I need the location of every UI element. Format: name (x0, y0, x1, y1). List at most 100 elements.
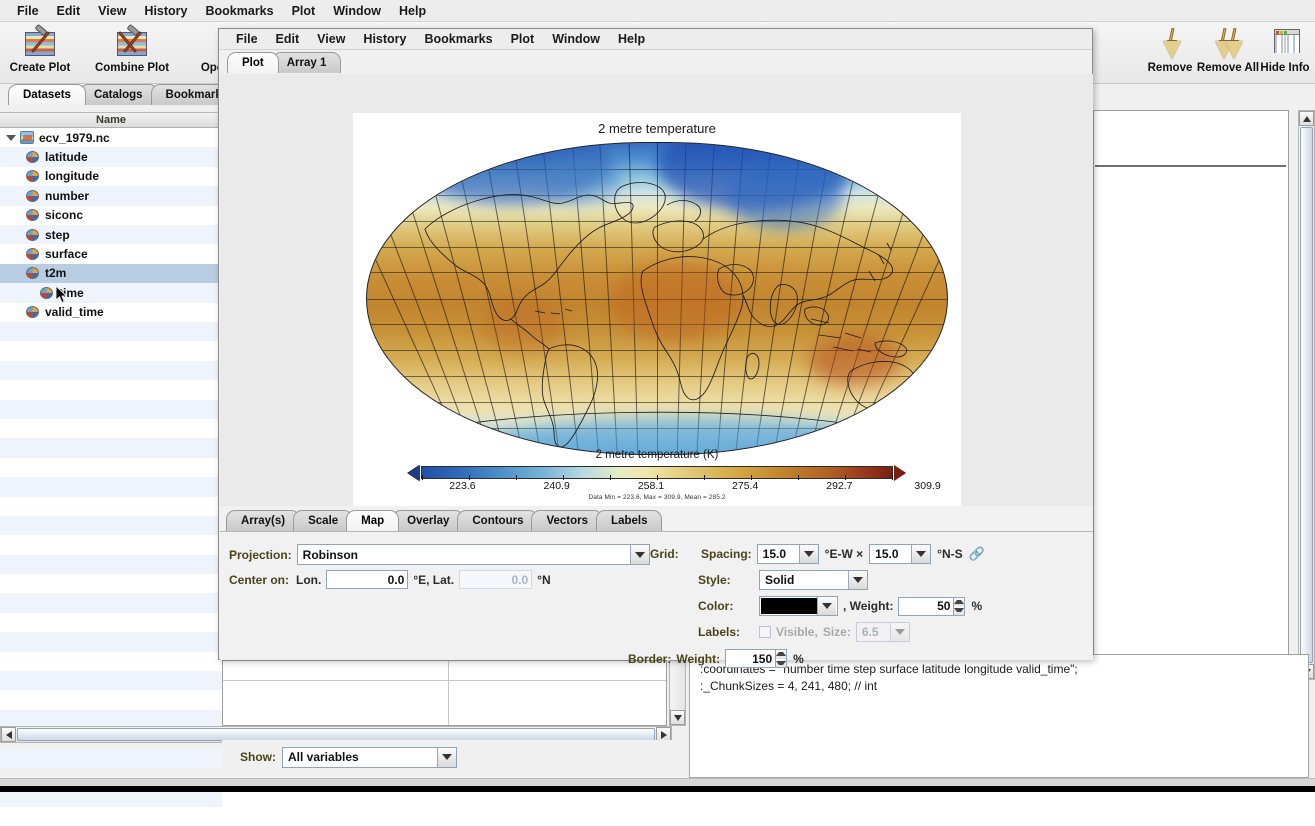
grid-label-size-select[interactable]: 6.5 (855, 622, 910, 642)
menu-history[interactable]: History (135, 2, 196, 20)
grid-style-value: Solid (765, 573, 795, 587)
tree-item-longitude[interactable]: longitude (0, 167, 222, 186)
plot-menu-edit[interactable]: Edit (267, 30, 309, 48)
right-vscrollbar[interactable] (1298, 110, 1315, 680)
scroll-thumb[interactable] (1300, 127, 1313, 663)
stepper-up-icon[interactable] (776, 650, 787, 659)
tree-item-latitude[interactable]: latitude (0, 147, 222, 167)
variable-icon (26, 170, 39, 183)
dataset-tree[interactable]: ecv_1979.nc latitude longitude number si… (0, 128, 222, 322)
border-weight-input[interactable]: 150 (725, 649, 777, 668)
chevron-down-icon[interactable] (817, 597, 836, 615)
center-lon-value: 0.0 (387, 572, 405, 587)
tab-vectors[interactable]: Vectors (531, 510, 604, 531)
tab-plot[interactable]: Plot (227, 52, 279, 73)
map-graphic[interactable] (366, 142, 948, 455)
projection-value: Robinson (302, 547, 358, 562)
tab-array-1[interactable]: Array 1 (271, 52, 342, 73)
menu-help[interactable]: Help (390, 2, 435, 20)
tab-scale[interactable]: Scale (293, 510, 354, 531)
tree-empty-rows (0, 322, 222, 826)
menu-file[interactable]: File (8, 2, 48, 20)
plot-menu-window[interactable]: Window (543, 30, 609, 48)
table-vscrollbar[interactable] (669, 660, 686, 726)
tab-bookmarks-label: Bookmark (165, 89, 222, 101)
plot-menu-plot[interactable]: Plot (502, 30, 544, 48)
colorbar[interactable] (353, 464, 961, 481)
grid-spacing-ns-select[interactable]: 15.0 (869, 544, 932, 564)
attributes-text-panel[interactable]: :coordinates = "number time step surface… (689, 654, 1309, 778)
tree-item-surface[interactable]: surface (0, 244, 222, 263)
plot-menu-view[interactable]: View (308, 30, 354, 48)
spacing-label: Spacing: (701, 547, 752, 561)
remove-all-label: Remove All (1196, 62, 1260, 74)
stepper-down-icon[interactable] (954, 606, 965, 615)
plot-menu-file[interactable]: File (227, 30, 267, 48)
stepper-down-icon[interactable] (776, 658, 787, 667)
link-icon[interactable]: 🔗 (969, 546, 985, 562)
plot-canvas[interactable]: 2 metre temperature 2 metre temperature … (353, 113, 961, 506)
tab-catalogs[interactable]: Catalogs (78, 84, 158, 105)
scroll-down-button[interactable] (670, 710, 685, 725)
ns-unit-label: °N-S (937, 547, 963, 561)
grid-weight-stepper[interactable]: 50 (898, 596, 966, 616)
chevron-down-icon[interactable] (629, 545, 649, 564)
plot-window[interactable]: File Edit View History Bookmarks Plot Wi… (218, 28, 1093, 668)
tab-labels[interactable]: Labels (596, 510, 663, 531)
scroll-up-button[interactable] (1299, 111, 1314, 126)
menu-plot[interactable]: Plot (283, 2, 325, 20)
combine-plot-button[interactable]: Combine Plot (92, 23, 172, 74)
menu-window[interactable]: Window (324, 2, 390, 20)
tab-contours[interactable]: Contours (457, 510, 539, 531)
plot-menu-history[interactable]: History (354, 30, 415, 48)
chevron-down-icon[interactable] (848, 571, 867, 589)
center-lon-input[interactable]: 0.0 (326, 570, 409, 589)
tree-item-valid-time[interactable]: valid_time (0, 303, 222, 322)
chevron-down-icon[interactable] (889, 623, 909, 641)
window-info-icon (1268, 26, 1302, 60)
center-on-row: Center on: Lon. 0.0 °E, Lat. 0.0 °N (229, 570, 551, 589)
screen-edge (0, 786, 1315, 792)
chevron-down-icon[interactable] (911, 545, 931, 563)
attribute-line: :_ChunkSizes = 4, 241, 480; // int (700, 679, 878, 693)
menu-view[interactable]: View (89, 2, 135, 20)
tree-item-siconc[interactable]: siconc (0, 206, 222, 225)
grid-style-select[interactable]: Solid (759, 570, 868, 590)
stepper-up-icon[interactable] (954, 597, 965, 606)
tab-overlay[interactable]: Overlay (392, 510, 465, 531)
plot-menu-help[interactable]: Help (609, 30, 654, 48)
grid-color-select[interactable] (759, 596, 838, 616)
chevron-down-icon[interactable] (437, 747, 456, 767)
tab-datasets[interactable]: Datasets (8, 84, 86, 105)
grid-weight-input[interactable]: 50 (898, 596, 955, 616)
create-plot-button[interactable]: Create Plot (0, 23, 80, 74)
projection-select[interactable]: Robinson (296, 544, 650, 565)
tree-item-dataset[interactable]: ecv_1979.nc (0, 128, 222, 147)
tree-item-number[interactable]: number (0, 186, 222, 206)
border-weight-stepper[interactable]: 150 (725, 649, 788, 668)
menu-edit[interactable]: Edit (48, 2, 90, 20)
colorbar-tick-label: 292.7 (826, 480, 853, 492)
variable-icon (26, 151, 39, 164)
grid-spacing-ew-select[interactable]: 15.0 (756, 544, 819, 564)
tree-item-step[interactable]: step (0, 224, 222, 245)
scroll-left-button[interactable] (1, 727, 16, 742)
grid-style-row: Style: Solid (698, 570, 868, 590)
grid-labels-row: Labels: Visible, Size: 6.5 (698, 622, 910, 642)
hide-info-button[interactable]: Hide Info (1254, 26, 1315, 74)
center-lat-input[interactable]: 0.0 (459, 570, 533, 589)
colorbar-stats-text: Data Min = 223.6, Max = 309.9, Mean = 28… (588, 494, 726, 501)
tab-arrays[interactable]: Array(s) (226, 510, 301, 531)
expand-twisty-icon[interactable] (6, 134, 16, 141)
chevron-down-icon[interactable] (798, 545, 818, 563)
tree-item-t2m[interactable]: t2m (0, 263, 222, 284)
plot-menu-bookmarks[interactable]: Bookmarks (416, 30, 502, 48)
grid-labels-visible-checkbox[interactable] (759, 626, 771, 638)
application-window: File Edit View History Bookmarks Plot Wi… (0, 0, 1315, 807)
menu-bookmarks[interactable]: Bookmarks (197, 2, 283, 20)
show-filter-select[interactable]: All variables (282, 746, 457, 768)
tree-item-label: latitude (45, 150, 88, 165)
tree-item-time[interactable]: time (0, 283, 222, 303)
tab-map[interactable]: Map (346, 510, 400, 531)
tab-catalogs-label: Catalogs (93, 89, 143, 101)
